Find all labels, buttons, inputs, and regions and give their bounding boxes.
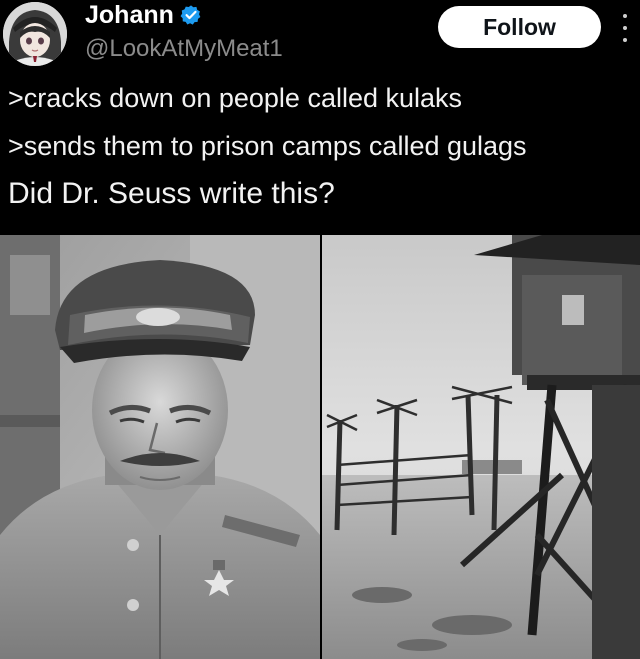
more-dot bbox=[623, 26, 627, 30]
post-text-line-3: Did Dr. Seuss write this? bbox=[8, 177, 335, 210]
more-dot bbox=[623, 38, 627, 42]
more-dot bbox=[623, 14, 627, 18]
author-handle[interactable]: @LookAtMyMeat1 bbox=[85, 34, 283, 64]
media-image-left[interactable] bbox=[0, 235, 320, 659]
post-text-line-2: >sends them to prison camps called gulag… bbox=[8, 131, 527, 161]
verified-badge-icon bbox=[180, 5, 201, 25]
portrait-image bbox=[0, 235, 320, 659]
camp-image bbox=[322, 235, 640, 659]
author-display-name-row[interactable]: Johann bbox=[85, 0, 202, 30]
avatar-image bbox=[3, 2, 67, 66]
post-media[interactable] bbox=[0, 235, 640, 659]
follow-button[interactable]: Follow bbox=[438, 6, 601, 48]
post-text-line-1: >cracks down on people called kulaks bbox=[8, 83, 463, 113]
author-avatar[interactable] bbox=[3, 2, 67, 66]
author-display-name[interactable]: Johann bbox=[85, 0, 174, 30]
media-image-right[interactable] bbox=[322, 235, 640, 659]
post-header: Johann @LookAtMyMeat1 Follow bbox=[0, 0, 640, 70]
more-options-icon[interactable] bbox=[618, 14, 632, 42]
